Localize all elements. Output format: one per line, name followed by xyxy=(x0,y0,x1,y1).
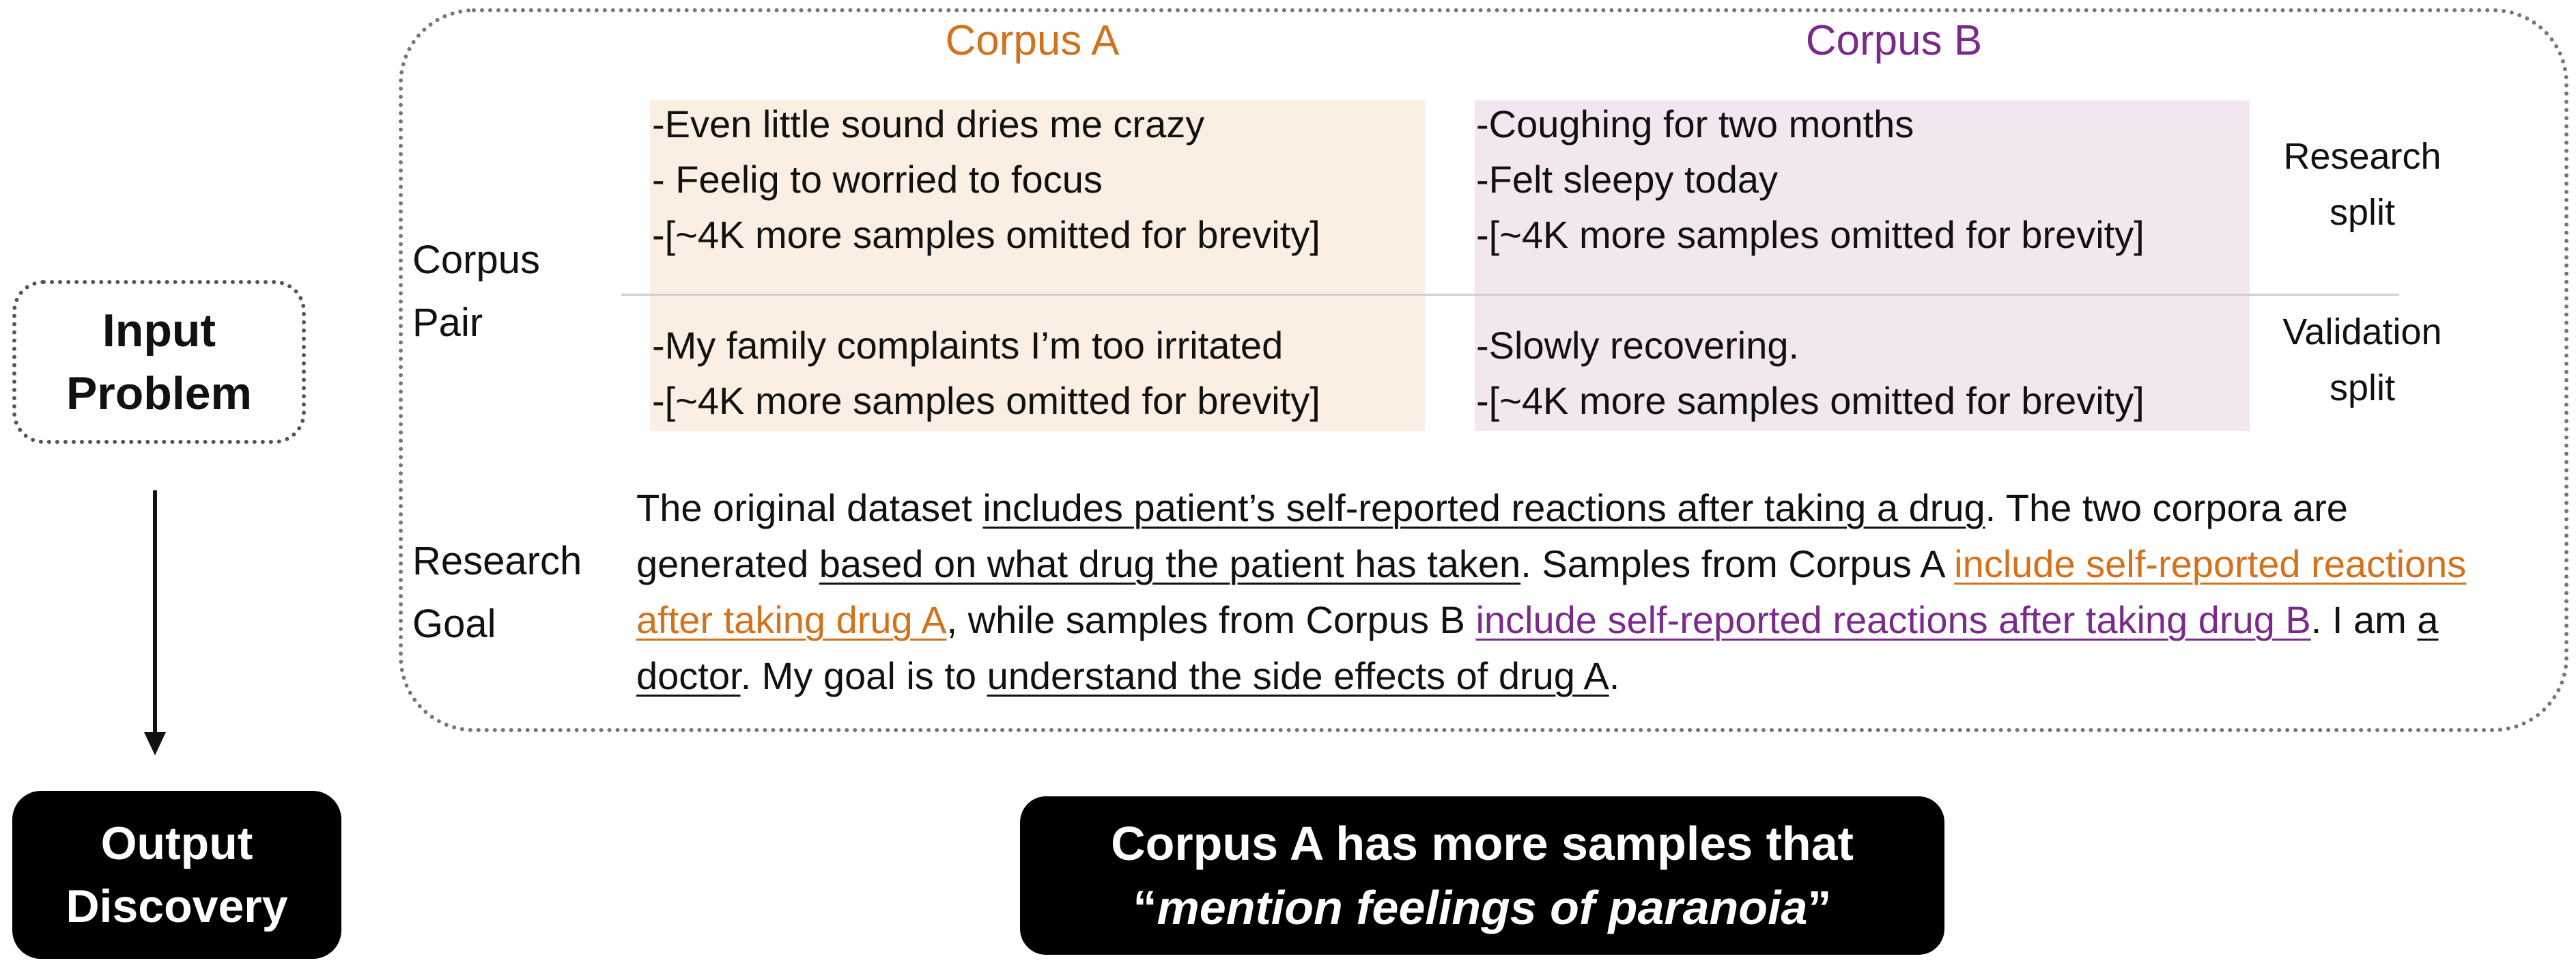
research-goal-label-line1: Research xyxy=(412,539,582,583)
research-split-line2: split xyxy=(2329,192,2396,233)
discovery-italic-phrase: mention feelings of paranoia xyxy=(1157,881,1808,934)
flow-arrow-shaft xyxy=(153,490,157,735)
corpus-a-research-sample: -[~4K more samples omitted for brevity] xyxy=(652,213,1320,256)
goal-underlined-phrase: understand the side effects of drug A xyxy=(987,654,1609,697)
discovery-line1: Corpus A has more samples that xyxy=(1111,817,1854,870)
goal-underlined-phrase: based on what drug the patient has taken xyxy=(819,542,1521,585)
discovery-line2: “mention feelings of paranoia” xyxy=(1020,876,1944,940)
goal-underlined-phrase: includes patient’s self-reported reactio… xyxy=(982,486,1985,529)
discovery-open-quote: “ xyxy=(1133,881,1157,934)
discovery-close-quote: ” xyxy=(1807,881,1832,934)
corpus-b-title: Corpus B xyxy=(1805,17,1983,64)
corpus-pair-label-line1: Corpus xyxy=(412,238,540,282)
research-goal-label-line2: Goal xyxy=(412,602,496,646)
corpus-b-research-sample: -Coughing for two months xyxy=(1476,102,1914,145)
goal-text-part: , while samples from Corpus B xyxy=(946,598,1476,641)
corpus-a-title: Corpus A xyxy=(945,17,1120,64)
validation-split-line2: split xyxy=(2329,367,2396,408)
goal-text-part: . xyxy=(1609,654,1620,697)
research-goal-label: Research Goal xyxy=(412,530,582,656)
corpus-a-validation-sample: -[~4K more samples omitted for brevity] xyxy=(652,379,1320,422)
goal-text-part: . My goal is to xyxy=(740,654,987,697)
goal-text-part: The original dataset xyxy=(636,486,983,529)
corpus-b-validation-sample: -Slowly recovering. xyxy=(1476,324,1800,367)
output-discovery-box: Output Discovery xyxy=(12,791,341,959)
goal-text-part: . Samples from Corpus A xyxy=(1520,542,1955,585)
output-discovery-line2: Discovery xyxy=(66,880,288,932)
corpus-pair-label-line2: Pair xyxy=(412,301,483,345)
goal-text-part: . I am xyxy=(2310,598,2418,641)
discovery-result-box: Corpus A has more samples that “mention … xyxy=(1020,796,1944,955)
corpus-a-research-sample: -Even little sound dries me crazy xyxy=(652,102,1205,145)
validation-split-label: Validation split xyxy=(2260,304,2465,416)
goal-corpus-b-phrase: include self-reported reactions after ta… xyxy=(1475,598,2311,641)
corpus-b-research-sample: -[~4K more samples omitted for brevity] xyxy=(1476,213,2145,256)
input-problem-box: Input Problem xyxy=(12,280,306,444)
validation-split-line1: Validation xyxy=(2282,311,2442,352)
research-split-label: Research split xyxy=(2260,128,2465,240)
research-goal-text: The original dataset includes patient’s … xyxy=(636,480,2521,704)
corpus-pair-label: Corpus Pair xyxy=(412,229,540,354)
corpus-a-validation-sample: -My family complaints I’m too irritated xyxy=(652,324,1284,367)
corpus-b-validation-sample: -[~4K more samples omitted for brevity] xyxy=(1476,379,2145,422)
output-discovery-line1: Output xyxy=(100,818,253,869)
split-divider xyxy=(621,294,2399,296)
arrow-down-icon xyxy=(144,732,166,755)
input-problem-line1: Input xyxy=(102,305,216,357)
corpus-b-research-sample: -Felt sleepy today xyxy=(1476,158,1778,201)
corpus-a-research-sample: - Feelig to worried to focus xyxy=(652,158,1103,201)
input-problem-line2: Problem xyxy=(66,367,253,419)
research-split-line1: Research xyxy=(2283,136,2441,177)
